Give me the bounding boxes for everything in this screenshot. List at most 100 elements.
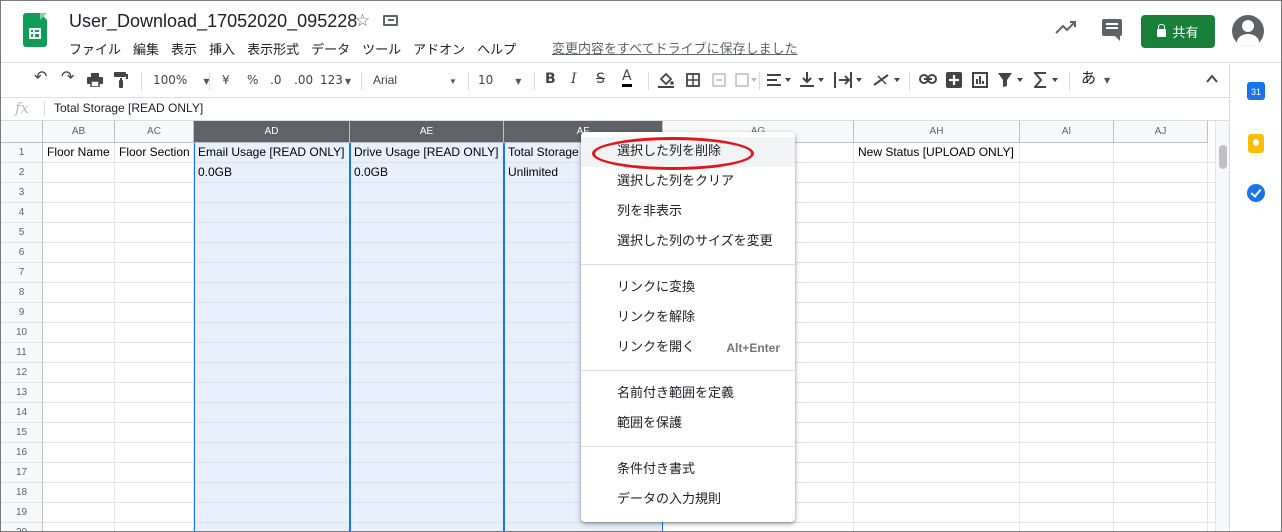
menu-item[interactable]: ツール — [362, 39, 401, 58]
move-to-folder-icon[interactable] — [383, 15, 398, 26]
strikethrough-button[interactable]: S — [596, 71, 605, 87]
row-header[interactable]: 8 — [1, 283, 43, 303]
row-header[interactable]: 3 — [1, 183, 43, 203]
column-header-ad[interactable]: AD — [194, 121, 350, 143]
context-menu-item[interactable]: 範囲を保護 — [581, 409, 795, 439]
more-formats-button[interactable]: 123 ▼ — [320, 72, 351, 90]
row-header[interactable]: 2 — [1, 163, 43, 183]
undo-icon[interactable]: ↶ — [34, 69, 47, 85]
save-status-link[interactable]: 変更内容をすべてドライブに保存しました — [552, 38, 798, 57]
redo-icon[interactable]: ↷ — [61, 69, 74, 85]
menu-item[interactable]: データ — [311, 39, 350, 58]
share-button[interactable]: 共有 — [1141, 15, 1215, 48]
row-header[interactable]: 4 — [1, 203, 43, 223]
row-header[interactable]: 5 — [1, 223, 43, 243]
row-header[interactable]: 9 — [1, 303, 43, 323]
document-title[interactable]: User_Download_17052020_095228 — [69, 11, 357, 32]
column-header-ae[interactable]: AE — [350, 121, 504, 143]
row-header[interactable]: 13 — [1, 383, 43, 403]
vertical-align-icon[interactable] — [800, 72, 826, 88]
avatar[interactable] — [1232, 15, 1264, 47]
cell[interactable]: 0.0GB — [194, 163, 348, 183]
cell[interactable]: Drive Usage [READ ONLY] — [350, 143, 502, 163]
column-header-ac[interactable]: AC — [115, 121, 194, 143]
row-header[interactable]: 11 — [1, 343, 43, 363]
context-menu-item[interactable]: 名前付き範囲を定義 — [581, 379, 795, 409]
insert-link-icon[interactable] — [919, 74, 937, 84]
row-header[interactable]: 16 — [1, 443, 43, 463]
text-rotation-icon[interactable] — [872, 72, 902, 88]
keep-icon[interactable] — [1248, 134, 1264, 153]
insert-chart-icon[interactable] — [972, 72, 988, 88]
comment-history-icon[interactable] — [1102, 19, 1122, 41]
percent-format-button[interactable]: % — [247, 72, 258, 88]
borders-icon[interactable] — [686, 73, 700, 87]
context-menu-item[interactable]: リンクを解除 — [581, 303, 795, 333]
row-header[interactable]: 10 — [1, 323, 43, 343]
cell[interactable]: 0.0GB — [350, 163, 502, 183]
star-icon[interactable]: ☆ — [355, 11, 370, 31]
menu-item[interactable]: 挿入 — [209, 39, 235, 58]
sheets-logo-icon[interactable] — [23, 13, 47, 47]
menu-item[interactable]: 表示 — [171, 39, 197, 58]
collapse-toolbar-icon[interactable] — [1205, 72, 1219, 86]
calendar-icon[interactable]: 31 — [1247, 82, 1265, 100]
currency-format-button[interactable]: ¥ — [222, 72, 230, 88]
formula-input[interactable]: Total Storage [READ ONLY] — [54, 101, 203, 115]
context-menu-item[interactable]: リンクに変換 — [581, 273, 795, 303]
cell[interactable]: New Status [UPLOAD ONLY] — [854, 143, 1018, 163]
row-header[interactable]: 15 — [1, 423, 43, 443]
text-wrapping-icon[interactable] — [834, 72, 864, 88]
increase-decimal-button[interactable]: .00 — [294, 72, 313, 88]
zoom-select[interactable]: 100% ▼ — [153, 72, 209, 90]
merge-type-icon[interactable] — [735, 73, 757, 87]
decrease-decimal-button[interactable]: .0 — [270, 72, 281, 88]
filter-icon[interactable] — [998, 72, 1026, 88]
row-header[interactable]: 18 — [1, 483, 43, 503]
row-header[interactable]: 19 — [1, 503, 43, 523]
insert-comment-icon[interactable] — [946, 72, 962, 88]
print-icon[interactable] — [87, 73, 103, 87]
column-header-ah[interactable]: AH — [854, 121, 1020, 143]
cell[interactable]: Floor Section — [115, 143, 192, 163]
context-menu-item[interactable]: 条件付き書式 — [581, 455, 795, 485]
font-size-select[interactable]: 10 ▼ — [478, 72, 521, 90]
column-header-aj[interactable]: AJ — [1114, 121, 1208, 143]
cell[interactable]: Email Usage [READ ONLY] — [194, 143, 348, 163]
row-header[interactable]: 20 — [1, 523, 43, 531]
column-header-ai[interactable]: AI — [1020, 121, 1114, 143]
row-header[interactable]: 12 — [1, 363, 43, 383]
horizontal-align-icon[interactable] — [767, 73, 793, 87]
menu-item[interactable]: ファイル — [69, 39, 121, 58]
row-header[interactable]: 14 — [1, 403, 43, 423]
row-header[interactable]: 1 — [1, 143, 43, 163]
menu-item[interactable]: 編集 — [133, 39, 159, 58]
row-header[interactable]: 6 — [1, 243, 43, 263]
context-menu-item[interactable]: 選択した列のサイズを変更 — [581, 227, 795, 257]
menu-item[interactable]: アドオン — [413, 39, 465, 58]
row-header[interactable]: 17 — [1, 463, 43, 483]
merge-cells-icon[interactable] — [712, 73, 726, 87]
scrollbar-thumb[interactable] — [1219, 145, 1227, 169]
context-menu-item[interactable]: 選択した列をクリア — [581, 167, 795, 197]
functions-icon[interactable] — [1034, 72, 1062, 88]
tasks-icon[interactable] — [1247, 184, 1265, 202]
input-tools-button[interactable]: あ ▼ — [1081, 70, 1110, 89]
explore-trend-icon[interactable] — [1055, 19, 1077, 35]
fill-color-icon[interactable] — [658, 72, 674, 88]
paint-format-icon[interactable] — [114, 72, 128, 88]
cell[interactable]: Floor Name — [43, 143, 113, 163]
italic-button[interactable]: I — [571, 71, 577, 87]
bold-button[interactable]: B — [545, 71, 556, 87]
font-family-select[interactable]: Arial ▼ — [373, 72, 457, 90]
menu-item[interactable]: 表示形式 — [247, 39, 299, 58]
row-header[interactable]: 7 — [1, 263, 43, 283]
context-menu-item[interactable]: データの入力規則 — [581, 485, 795, 515]
context-menu-item[interactable]: リンクを開く Alt+Enter — [581, 333, 795, 363]
vertical-scrollbar[interactable] — [1215, 121, 1229, 531]
select-all-corner[interactable] — [1, 121, 43, 143]
column-header-ab[interactable]: AB — [43, 121, 115, 143]
text-color-button[interactable]: A — [622, 69, 632, 87]
context-menu-item[interactable]: 列を非表示 — [581, 197, 795, 227]
menu-item[interactable]: ヘルプ — [477, 39, 516, 58]
